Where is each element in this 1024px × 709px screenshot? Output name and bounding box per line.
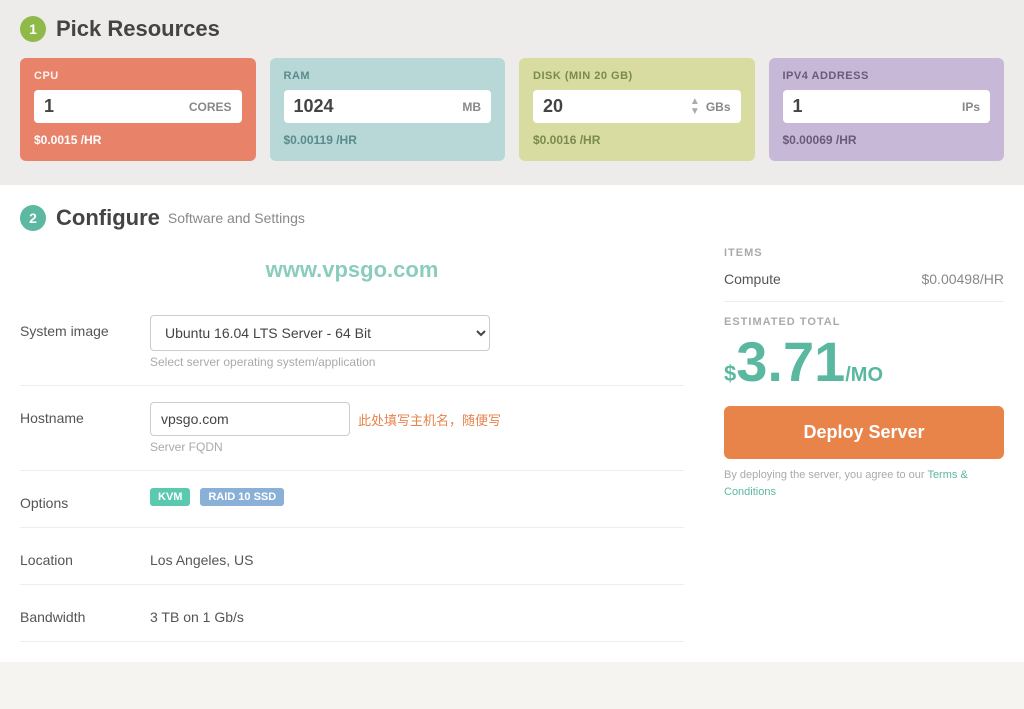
section2-configure: 2 Configure Software and Settings www.vp… <box>0 185 1024 662</box>
ipv4-label: IPV4 ADDRESS <box>783 70 991 82</box>
cpu-label: CPU <box>34 70 242 82</box>
hostname-hint-text: 此处填写主机名，随便写 <box>358 410 501 429</box>
compute-price: $0.00498/HR <box>921 271 1004 287</box>
cpu-input[interactable] <box>44 96 183 117</box>
cpu-price: $0.0015 /HR <box>34 133 242 147</box>
estimated-label: ESTIMATED TOTAL <box>724 316 1004 328</box>
system-image-row: System image Ubuntu 16.04 LTS Server - 6… <box>20 299 684 386</box>
location-control: Los Angeles, US <box>150 544 684 568</box>
hostname-label: Hostname <box>20 402 150 426</box>
step1-badge: 1 <box>20 16 46 42</box>
ipv4-unit: IPs <box>962 100 980 114</box>
compute-label: Compute <box>724 271 781 287</box>
system-image-control: Ubuntu 16.04 LTS Server - 64 Bit CentOS … <box>150 315 684 369</box>
disk-input-row: ▲ ▼ GBs <box>533 90 741 123</box>
section1-title: Pick Resources <box>56 16 220 42</box>
resource-cards: CPU CORES $0.0015 /HR RAM MB $0.00119 /H… <box>20 58 1004 161</box>
ram-card: RAM MB $0.00119 /HR <box>270 58 506 161</box>
items-label: ITEMS <box>724 247 1004 259</box>
ipv4-price: $0.00069 /HR <box>783 133 991 147</box>
disk-spin-up[interactable]: ▲ <box>690 97 700 107</box>
pricing-panel: ITEMS Compute $0.00498/HR ESTIMATED TOTA… <box>704 247 1004 642</box>
watermark: www.vpsgo.com <box>20 257 684 283</box>
location-row: Location Los Angeles, US <box>20 528 684 585</box>
system-image-hint: Select server operating system/applicati… <box>150 355 684 369</box>
ipv4-card: IPV4 ADDRESS IPs $0.00069 /HR <box>769 58 1005 161</box>
system-image-select[interactable]: Ubuntu 16.04 LTS Server - 64 Bit CentOS … <box>150 315 490 351</box>
options-row: Options KVM RAID 10 SSD <box>20 471 684 528</box>
ipv4-input-row: IPs <box>783 90 991 123</box>
page: 1 Pick Resources CPU CORES $0.0015 /HR R… <box>0 0 1024 709</box>
disk-spin-down[interactable]: ▼ <box>690 107 700 117</box>
compute-row: Compute $0.00498/HR <box>724 271 1004 287</box>
ram-input[interactable] <box>294 96 457 117</box>
ram-input-row: MB <box>284 90 492 123</box>
disk-unit: GBs <box>706 100 731 114</box>
configure-form: www.vpsgo.com System image Ubuntu 16.04 … <box>20 247 684 642</box>
badge-raid: RAID 10 SSD <box>200 488 284 506</box>
per-mo: /MO <box>845 364 883 387</box>
location-label: Location <box>20 544 150 568</box>
section2-header: 2 Configure Software and Settings <box>20 205 1004 231</box>
hostname-fqdn-hint: Server FQDN <box>150 440 684 454</box>
section2-inner: www.vpsgo.com System image Ubuntu 16.04 … <box>20 247 1004 642</box>
step2-badge: 2 <box>20 205 46 231</box>
ram-price: $0.00119 /HR <box>284 133 492 147</box>
section1-header: 1 Pick Resources <box>20 16 1004 42</box>
options-label: Options <box>20 487 150 511</box>
options-control: KVM RAID 10 SSD <box>150 487 684 506</box>
section1-pick-resources: 1 Pick Resources CPU CORES $0.0015 /HR R… <box>0 0 1024 185</box>
disk-price: $0.0016 /HR <box>533 133 741 147</box>
terms-text: By deploying the server, you agree to ou… <box>724 467 1004 500</box>
cpu-unit: CORES <box>189 100 232 114</box>
disk-input[interactable] <box>543 96 686 117</box>
panel-divider <box>724 301 1004 302</box>
hostname-control: 此处填写主机名，随便写 Server FQDN <box>150 402 684 454</box>
ram-label: RAM <box>284 70 492 82</box>
badge-kvm: KVM <box>150 488 190 506</box>
terms-link[interactable]: Terms & Conditions <box>724 469 968 498</box>
hostname-input[interactable] <box>150 402 350 436</box>
bandwidth-value: 3 TB on 1 Gb/s <box>150 601 684 625</box>
disk-card: DISK (MIN 20 GB) ▲ ▼ GBs $0.0016 /HR <box>519 58 755 161</box>
total-amount: 3.71 <box>736 334 845 390</box>
hostname-input-row: 此处填写主机名，随便写 <box>150 402 684 436</box>
ipv4-input[interactable] <box>793 96 956 117</box>
cpu-input-row: CORES <box>34 90 242 123</box>
bandwidth-control: 3 TB on 1 Gb/s <box>150 601 684 625</box>
system-image-label: System image <box>20 315 150 339</box>
ram-unit: MB <box>462 100 481 114</box>
estimated-total: $ 3.71 /MO <box>724 334 1004 390</box>
bandwidth-row: Bandwidth 3 TB on 1 Gb/s <box>20 585 684 642</box>
dollar-sign: $ <box>724 361 736 387</box>
cpu-card: CPU CORES $0.0015 /HR <box>20 58 256 161</box>
disk-label: DISK (MIN 20 GB) <box>533 70 741 82</box>
bandwidth-label: Bandwidth <box>20 601 150 625</box>
section2-subtitle: Software and Settings <box>168 210 305 226</box>
hostname-row: Hostname 此处填写主机名，随便写 Server FQDN <box>20 386 684 471</box>
deploy-server-button[interactable]: Deploy Server <box>724 406 1004 459</box>
section2-title: Configure <box>56 205 160 231</box>
disk-spinner: ▲ ▼ <box>690 97 700 117</box>
location-value: Los Angeles, US <box>150 544 684 568</box>
